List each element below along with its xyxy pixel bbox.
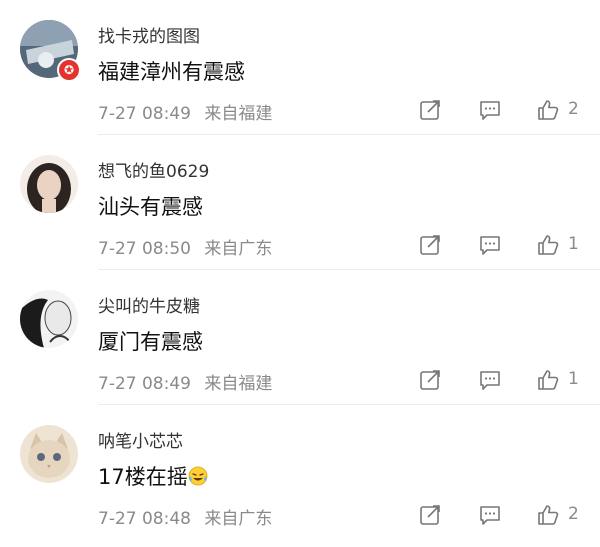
like-button[interactable]: [534, 96, 562, 124]
share-button[interactable]: [416, 231, 444, 259]
like-count: 1: [568, 234, 579, 254]
comment-icon: [480, 101, 500, 120]
comment-item: 尖叫的牛皮糖 厦门有震感 7-27 08:49 来自福建 1: [0, 270, 600, 405]
comment-item: 呐笔小芯芯 17楼在摇 7-27 08:48 来自广东 2: [0, 405, 600, 540]
location: 来自福建: [204, 374, 273, 394]
comment-item: ✪ 找卡戎的图图 福建漳州有震感 7-27 08:49 来自福建 2: [0, 0, 600, 135]
thumbs-up-icon: [538, 100, 559, 120]
like-count: 1: [568, 369, 579, 389]
reply-button[interactable]: [476, 231, 504, 259]
share-icon: [420, 235, 440, 255]
verified-badge-icon: ✪: [57, 58, 81, 82]
comment-icon: [480, 371, 500, 390]
reply-button[interactable]: [476, 366, 504, 394]
comment-text: 福建漳州有震感: [98, 60, 245, 84]
location: 来自广东: [204, 509, 273, 529]
comment-text: 17楼在摇: [98, 461, 208, 491]
reply-button[interactable]: [476, 96, 504, 124]
share-button[interactable]: [416, 501, 444, 529]
timestamp: 7-27 08:49: [98, 104, 191, 124]
comment-text: 厦门有震感: [98, 330, 203, 354]
username[interactable]: 尖叫的牛皮糖: [98, 292, 200, 317]
like-button[interactable]: [534, 366, 562, 394]
like-button[interactable]: [534, 231, 562, 259]
location: 来自福建: [204, 104, 273, 124]
location: 来自广东: [204, 239, 273, 259]
timestamp: 7-27 08:50: [98, 239, 191, 259]
comment-meta: 7-27 08:50 来自广东: [98, 234, 272, 259]
username[interactable]: 找卡戎的图图: [98, 22, 200, 47]
thumbs-up-icon: [538, 505, 559, 525]
avatar[interactable]: [20, 290, 78, 348]
comment-meta: 7-27 08:49 来自福建: [98, 369, 272, 394]
thumbs-up-icon: [538, 235, 559, 255]
comment-item: 想飞的鱼0629 汕头有震感 7-27 08:50 来自广东 1: [0, 135, 600, 270]
share-icon: [420, 100, 440, 120]
laughing-crying-emoji-icon: [188, 466, 208, 486]
avatar[interactable]: [20, 425, 78, 483]
reply-button[interactable]: [476, 501, 504, 529]
comment-meta: 7-27 08:48 来自广东: [98, 504, 272, 529]
like-count: 2: [568, 504, 579, 524]
share-icon: [420, 505, 440, 525]
comment-icon: [480, 506, 500, 525]
comment-meta: 7-27 08:49 来自福建: [98, 99, 272, 124]
like-count: 2: [568, 99, 579, 119]
comment-icon: [480, 236, 500, 255]
timestamp: 7-27 08:48: [98, 509, 191, 529]
username[interactable]: 想飞的鱼0629: [98, 157, 209, 182]
comment-text: 汕头有震感: [98, 195, 203, 219]
share-button[interactable]: [416, 96, 444, 124]
like-button[interactable]: [534, 501, 562, 529]
avatar[interactable]: [20, 155, 78, 213]
timestamp: 7-27 08:49: [98, 374, 191, 394]
username[interactable]: 呐笔小芯芯: [98, 427, 183, 452]
thumbs-up-icon: [538, 370, 559, 390]
share-button[interactable]: [416, 366, 444, 394]
comment-text-content: 17楼在摇: [98, 465, 188, 489]
share-icon: [420, 370, 440, 390]
